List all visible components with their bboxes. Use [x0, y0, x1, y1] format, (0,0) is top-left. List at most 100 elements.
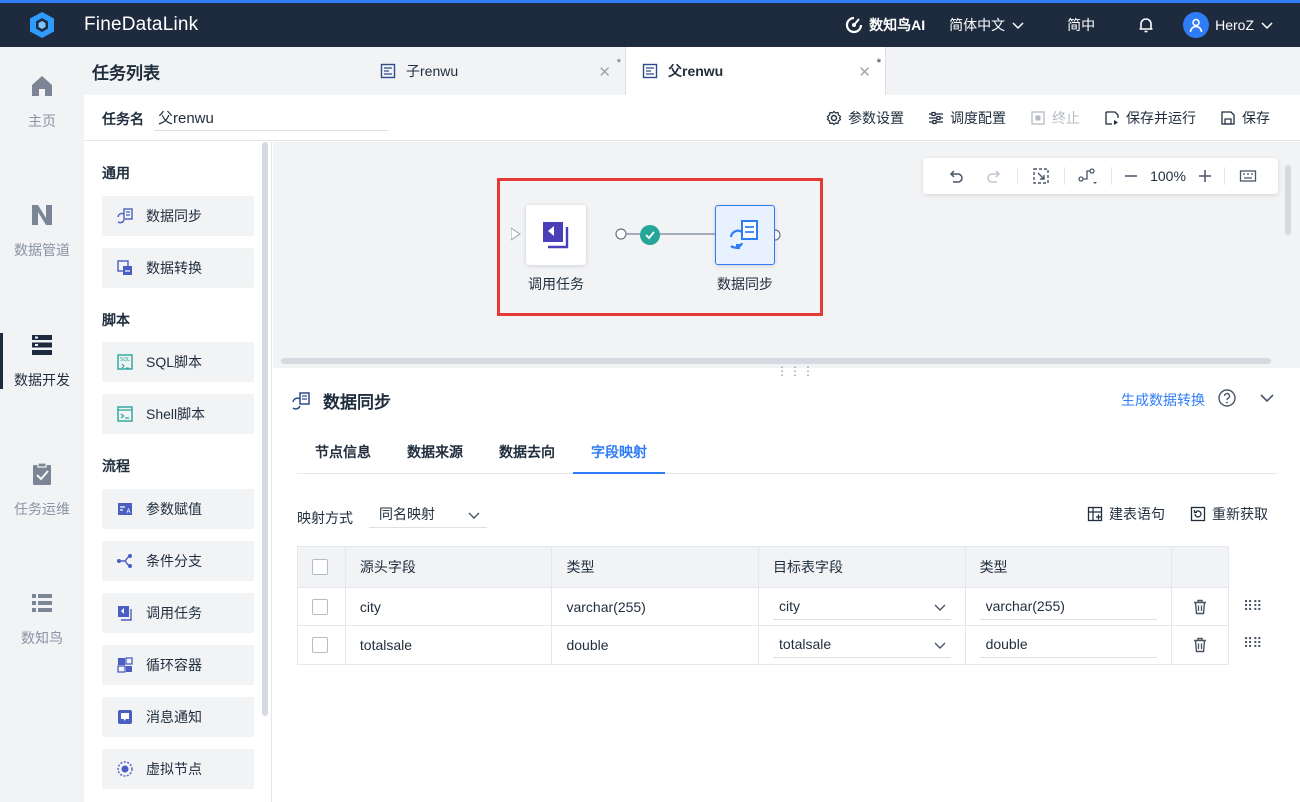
tab-data-target[interactable]: 数据去向: [499, 442, 555, 462]
help-icon[interactable]: [1217, 388, 1237, 411]
chevron-down-icon: [1261, 22, 1273, 30]
param-settings-button[interactable]: 参数设置: [826, 108, 904, 128]
palette-item-data-transform[interactable]: 数据转换: [102, 248, 254, 288]
keyboard-icon: [1239, 170, 1257, 182]
connector-icon: [1078, 168, 1097, 184]
target-field-select[interactable]: totalsale: [773, 630, 951, 658]
call-task-icon: [543, 222, 569, 249]
flow-node-call-task[interactable]: [526, 205, 586, 265]
chevron-down-icon[interactable]: [1259, 390, 1275, 409]
palette-scrollbar[interactable]: [262, 142, 268, 716]
row-drag-handle-icon[interactable]: ⠿⠿: [1243, 635, 1262, 652]
save-icon: [1221, 111, 1235, 125]
trash-icon[interactable]: [1191, 598, 1209, 616]
mapping-mode-select[interactable]: 同名映射: [369, 500, 487, 528]
group-label-script: 脚本: [102, 312, 130, 328]
palette-item-data-sync[interactable]: 数据同步: [102, 196, 254, 236]
tab-child-task[interactable]: 子renwu ✕ *: [364, 47, 626, 95]
schedule-config-label: 调度配置: [950, 110, 1006, 126]
zoom-out-button[interactable]: [1116, 169, 1146, 183]
keyboard-shortcuts-button[interactable]: [1229, 167, 1267, 185]
app-logo-icon[interactable]: [0, 3, 84, 47]
connector-style-button[interactable]: [1069, 167, 1107, 185]
plus-icon: [1199, 170, 1211, 182]
tab-field-mapping[interactable]: 字段映射: [591, 442, 647, 462]
palette-item-sql-script[interactable]: SQL SQL脚本: [102, 342, 254, 382]
refetch-button[interactable]: 重新获取: [1190, 504, 1268, 524]
target-type-cell: double: [966, 626, 1173, 664]
source-type: varchar(255): [552, 588, 760, 625]
row-checkbox[interactable]: [312, 637, 328, 653]
target-field-select[interactable]: city: [773, 592, 951, 620]
undo-button[interactable]: [937, 167, 975, 185]
palette-item-param-assign[interactable]: A 参数赋值: [102, 489, 254, 529]
palette-item-shell-script[interactable]: Shell脚本: [102, 394, 254, 434]
header-target-field: 目标表字段: [759, 547, 966, 587]
table-add-icon: [1087, 506, 1103, 522]
panel-title-text: 数据同步: [323, 393, 391, 412]
stop-button[interactable]: 终止: [1030, 108, 1080, 128]
undo-icon: [949, 170, 963, 183]
nav-label: 数知鸟: [21, 630, 63, 646]
task-toolbar: 参数设置 调度配置 终止 保存并运行 保存: [826, 95, 1270, 141]
palette-item-message-notify[interactable]: 消息通知: [102, 697, 254, 737]
loop-container-icon: [117, 657, 133, 673]
task-doc-icon: [380, 63, 396, 79]
tab-data-source[interactable]: 数据来源: [407, 442, 463, 462]
save-and-run-button[interactable]: 保存并运行: [1104, 108, 1196, 128]
target-type-input[interactable]: double: [979, 630, 1158, 658]
app-title: FineDataLink: [84, 14, 199, 35]
user-name: HeroZ: [1215, 17, 1254, 33]
tab-parent-task[interactable]: 父renwu ✕ *: [626, 47, 886, 95]
nav-item-dev[interactable]: 数据开发: [0, 311, 84, 411]
task-name-label: 任务名: [102, 111, 144, 127]
target-field-value: totalsale: [779, 635, 832, 652]
palette-item-call-task[interactable]: 调用任务: [102, 593, 254, 633]
panel-title: 数据同步: [291, 388, 391, 413]
row-drag-handle-icon[interactable]: ⠿⠿: [1243, 598, 1262, 615]
success-check-icon: [640, 225, 660, 245]
palette-item-loop-container[interactable]: 循环容器: [102, 645, 254, 685]
nav-item-ops[interactable]: 任务运维: [0, 440, 84, 540]
save-button[interactable]: 保存: [1220, 108, 1270, 128]
task-name-input[interactable]: [154, 105, 388, 131]
zoom-in-button[interactable]: [1190, 169, 1220, 183]
nav-item-home[interactable]: 主页: [0, 52, 84, 152]
canvas-vertical-scrollbar[interactable]: [1285, 165, 1291, 235]
message-icon: [118, 710, 132, 724]
select-all-checkbox[interactable]: [312, 559, 328, 575]
param-settings-label: 参数设置: [848, 110, 904, 126]
nav-item-bird[interactable]: 数知鸟: [0, 569, 84, 669]
notification-button[interactable]: [1137, 16, 1155, 34]
trash-icon[interactable]: [1191, 636, 1209, 654]
row-checkbox[interactable]: [312, 598, 328, 615]
close-icon[interactable]: ✕: [598, 63, 611, 81]
flow-canvas[interactable]: 100% 调用任务 数据同步: [273, 142, 1300, 368]
generate-transform-link[interactable]: 生成数据转换: [1121, 390, 1205, 410]
task-name-row: 任务名 参数设置 调度配置 终止 保存并运行 保存: [84, 95, 1300, 141]
close-icon[interactable]: ✕: [858, 63, 871, 81]
data-sync-icon: [117, 208, 133, 224]
resize-handle[interactable]: ⋮⋮⋮: [776, 364, 815, 378]
target-type-value: varchar(255): [985, 597, 1065, 614]
palette-item-condition-branch[interactable]: 条件分支: [102, 541, 254, 581]
field-mapping-table: 源头字段 类型 目标表字段 类型 city varchar(255) city …: [297, 546, 1229, 665]
locale-toggle[interactable]: 简中: [1067, 15, 1095, 35]
create-table-statement-button[interactable]: 建表语句: [1087, 504, 1165, 524]
target-type-input[interactable]: varchar(255): [979, 592, 1158, 620]
palette-item-label: 循环容器: [146, 657, 202, 673]
user-menu[interactable]: HeroZ: [1183, 12, 1274, 38]
tab-label: 父renwu: [668, 63, 724, 79]
flow-node-data-sync[interactable]: [715, 205, 775, 265]
redo-button[interactable]: [975, 167, 1013, 185]
palette-item-virtual-node[interactable]: 虚拟节点: [102, 749, 254, 789]
bell-icon: [1139, 18, 1153, 33]
nav-item-pipeline[interactable]: 数据管道: [0, 181, 84, 281]
tab-node-info[interactable]: 节点信息: [315, 442, 371, 462]
fit-view-button[interactable]: [1022, 167, 1060, 185]
ai-assistant-button[interactable]: 数知鸟AI: [845, 15, 925, 35]
language-select[interactable]: 简体中文: [949, 15, 1025, 35]
flow-node-label: 数据同步: [717, 276, 773, 292]
zoom-level: 100%: [1150, 168, 1186, 184]
schedule-config-button[interactable]: 调度配置: [928, 108, 1006, 128]
